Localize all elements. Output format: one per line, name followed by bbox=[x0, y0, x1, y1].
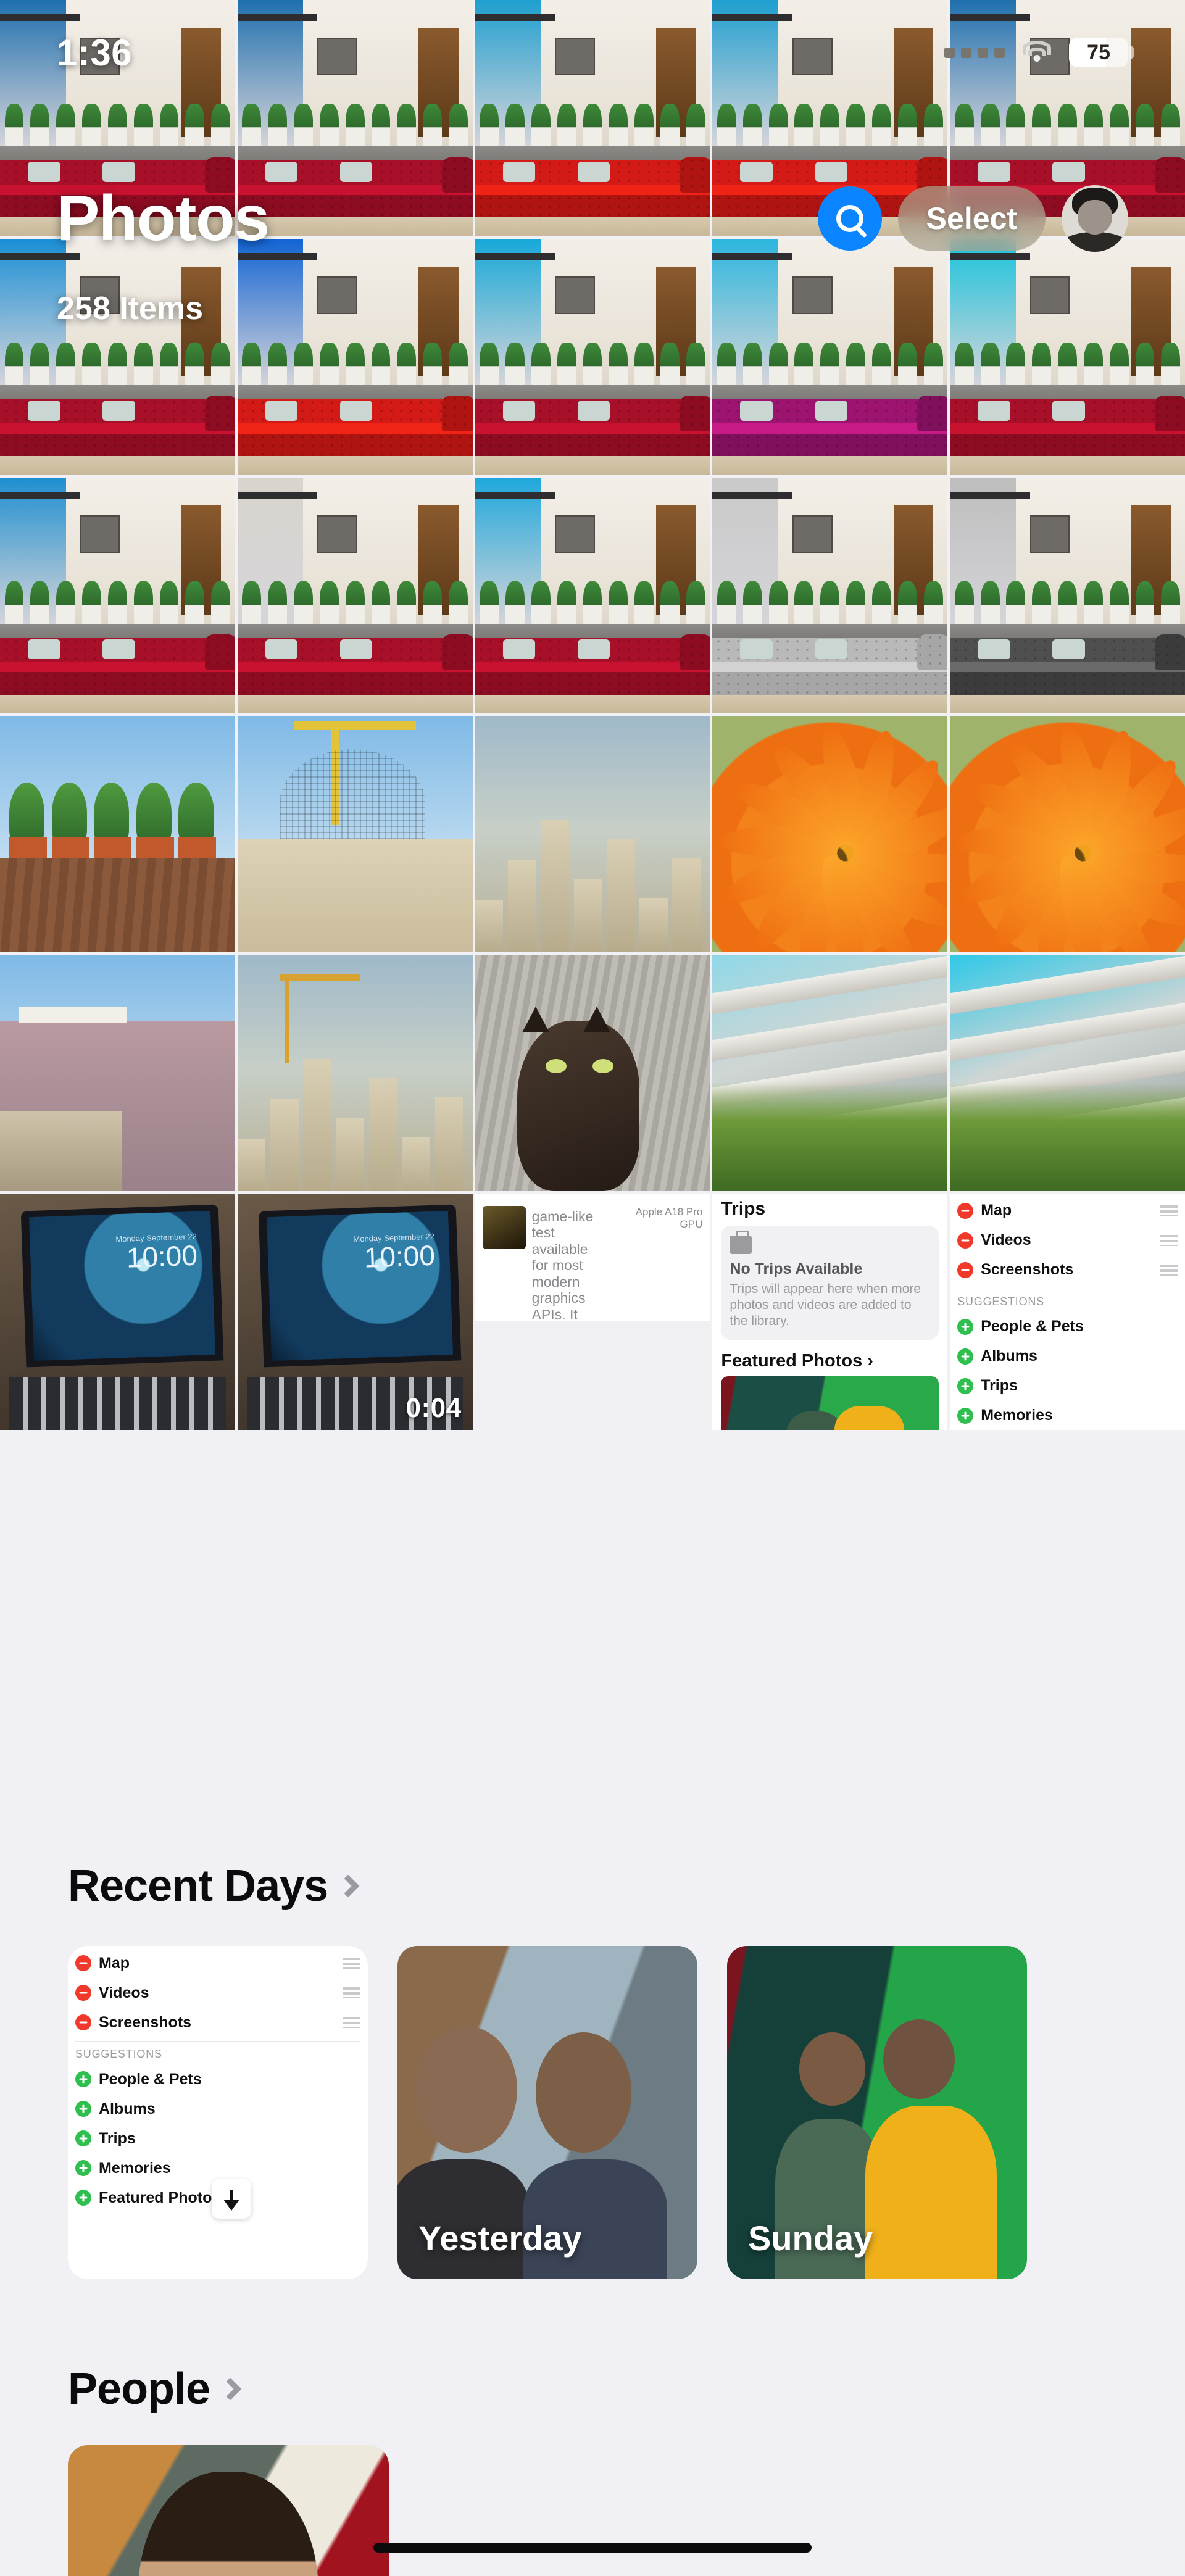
recent-day-caption: Sunday bbox=[748, 2219, 873, 2258]
recent-day-card[interactable]: Sunday bbox=[727, 1946, 1027, 2279]
photo-thumbnail[interactable] bbox=[950, 716, 1185, 953]
photo-thumbnail[interactable] bbox=[712, 238, 948, 475]
photo-thumbnail[interactable] bbox=[712, 477, 948, 714]
photo-thumbnail[interactable] bbox=[0, 238, 235, 475]
photo-thumbnail[interactable] bbox=[475, 477, 710, 714]
photo-thumbnail[interactable]: Trips No Trips Available Trips will appe… bbox=[712, 1193, 948, 1430]
photo-thumbnail[interactable] bbox=[0, 477, 235, 714]
avatar[interactable] bbox=[1062, 185, 1128, 252]
photo-thumbnail[interactable]: game-like test available for most modern… bbox=[475, 1193, 710, 1430]
chevron-right-icon bbox=[218, 2377, 242, 2401]
recent-days-section: Recent Days Map Videos Screenshots SUGGESTI… bbox=[0, 1861, 1185, 2279]
photo-thumbnail[interactable] bbox=[237, 238, 473, 475]
photo-thumbnail[interactable] bbox=[475, 955, 710, 1191]
battery-percent: 75 bbox=[1087, 40, 1110, 64]
photo-grid: Monday September 22 10:00 Monday Septemb… bbox=[0, 0, 1185, 1728]
people-card[interactable] bbox=[68, 2445, 389, 2576]
recent-days-list: Map Videos Screenshots SUGGESTIONS People & … bbox=[0, 1946, 1185, 2279]
status-time: 1:36 bbox=[57, 31, 133, 73]
recent-day-card[interactable]: Yesterday bbox=[397, 1946, 697, 2279]
photo-thumbnail[interactable] bbox=[237, 955, 473, 1191]
wifi-icon bbox=[1021, 41, 1053, 64]
battery-icon: 75 bbox=[1069, 38, 1134, 67]
search-button[interactable] bbox=[817, 186, 882, 251]
photo-thumbnail[interactable]: Monday September 22 10:00 bbox=[0, 1193, 235, 1430]
search-icon bbox=[836, 205, 863, 232]
item-count: 258 Items bbox=[57, 291, 204, 326]
recent-days-title: Recent Days bbox=[68, 1861, 328, 1911]
photo-thumbnail[interactable] bbox=[712, 955, 948, 1191]
recent-day-card[interactable]: Map Videos Screenshots SUGGESTIONS People & … bbox=[68, 1946, 368, 2279]
people-header[interactable]: People bbox=[0, 2364, 1185, 2414]
photo-thumbnail[interactable] bbox=[950, 238, 1185, 475]
photo-thumbnail[interactable] bbox=[712, 716, 948, 953]
recent-days-header[interactable]: Recent Days bbox=[0, 1861, 1185, 1911]
photo-thumbnail[interactable] bbox=[237, 477, 473, 714]
photo-thumbnail[interactable] bbox=[950, 477, 1185, 714]
photo-thumbnail[interactable] bbox=[475, 238, 710, 475]
status-bar: 1:36 75 bbox=[0, 0, 1185, 105]
home-indicator[interactable] bbox=[373, 2543, 812, 2553]
photo-thumbnail[interactable] bbox=[0, 716, 235, 953]
photo-thumbnail[interactable] bbox=[950, 955, 1185, 1191]
select-button[interactable]: Select bbox=[897, 186, 1046, 251]
people-title: People bbox=[68, 2364, 210, 2414]
photo-thumbnail[interactable] bbox=[475, 716, 710, 953]
people-list bbox=[0, 2445, 1185, 2576]
app-header: Photos Select bbox=[0, 185, 1185, 252]
photo-thumbnail[interactable]: Map Videos Screenshots SUGGESTIONS People & … bbox=[950, 1193, 1185, 1430]
status-indicators: 75 bbox=[944, 38, 1134, 67]
recent-day-caption: Yesterday bbox=[418, 2219, 582, 2258]
chevron-right-icon bbox=[336, 1874, 360, 1898]
signal-dots-icon bbox=[944, 47, 1005, 58]
header-actions: Select bbox=[817, 185, 1128, 252]
photo-thumbnail[interactable] bbox=[237, 716, 473, 953]
photo-thumbnail[interactable] bbox=[0, 955, 235, 1191]
page-title: Photos bbox=[57, 183, 270, 254]
photos-app-screen: Monday September 22 10:00 Monday Septemb… bbox=[0, 0, 1185, 2576]
photo-thumbnail[interactable]: Monday September 22 10:00 0:04 bbox=[237, 1193, 473, 1430]
